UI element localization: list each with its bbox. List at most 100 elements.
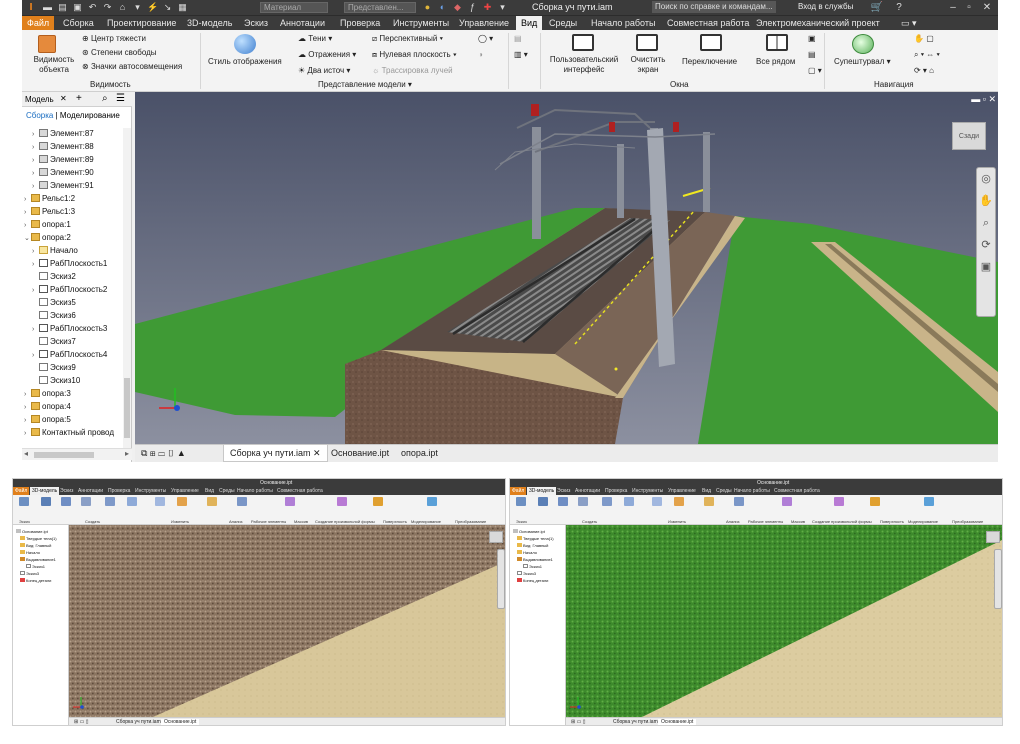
expand-icon[interactable]: › [24,220,31,232]
snap-icons-button[interactable]: ⊗ Значки автосовмещения [82,62,182,72]
mini-tree-item[interactable]: Эскиз3 [20,571,39,577]
tree-item[interactable]: › Элемент:89 [32,154,94,166]
tree-item[interactable]: › Элемент:90 [32,167,94,179]
orbit-button[interactable]: ⟳ ▾ ⌂ [914,66,934,76]
ray-trace-button[interactable]: ☼ Трассировка лучей [372,66,453,76]
tab-design[interactable]: Проектирование [102,16,181,31]
mini-tree-item[interactable]: Основание.ipt [513,529,545,535]
mini-tab-annotate[interactable]: Аннотации [573,487,602,495]
tree-item[interactable]: Эскиз2 [32,271,76,283]
fx-icon[interactable]: ƒ [467,2,478,13]
mini-hole-button[interactable] [598,497,616,507]
tree-item[interactable]: › Рельс1:3 [24,206,75,218]
doc-tab-pole[interactable]: опора.ipt [395,445,444,462]
mini-tab-inspect[interactable]: Проверка [603,487,629,495]
appearance-options[interactable]: ◑ [478,50,483,60]
new-file-icon[interactable]: ▬ [42,2,53,13]
mini-tree-item[interactable]: Конец детали [20,578,51,584]
expand-icon[interactable]: › [32,246,39,258]
help-search-input[interactable]: Поиск по справке и командам... [652,1,776,13]
orbit-nav-icon[interactable]: ⟳ [977,234,995,256]
hscroll-thumb[interactable] [34,452,94,458]
mini-layout-icons[interactable]: ⊞ ▭ ▯ [71,719,91,725]
clear-appearance-icon[interactable]: ◐ [437,2,448,13]
user-interface-button[interactable]: Пользовательский интерфейс [546,55,622,75]
ribbon-options-icon[interactable]: ▭ ▾ [896,16,922,31]
mini-tab-inspect[interactable]: Проверка [106,487,132,495]
mini-tree-item[interactable]: Основание.ipt [16,529,48,535]
expand-icon[interactable]: › [32,142,39,154]
expand-icon[interactable]: › [32,155,39,167]
mini-loft-button[interactable] [574,497,592,507]
collapse-icon[interactable]: ⌄ [24,233,31,245]
expand-icon[interactable]: › [24,402,31,414]
appearance-dropdown[interactable]: Представлен... [344,2,416,13]
mini-freeform-button[interactable] [670,497,688,507]
mini-tab-view[interactable]: Вид [203,487,216,495]
mini-start-sketch-button[interactable] [15,497,33,507]
mini-shell-button[interactable] [648,497,666,507]
tree-item[interactable]: › опора:3 [24,388,71,400]
mini-tab-collab[interactable]: Совместная работа [772,487,822,495]
mini-plane-button[interactable] [203,497,221,507]
mini-doc-tab-base[interactable]: Основание.ipt [658,719,697,725]
measure-icon[interactable]: ↘ [162,2,173,13]
mini-hole-button[interactable] [101,497,119,507]
expand-icon[interactable]: › [24,389,31,401]
tree-item[interactable]: › Начало [32,245,78,257]
new-window-button[interactable]: ▢ ▾ [808,66,822,76]
mini-navigation-bar[interactable] [994,549,1002,609]
tab-sketch[interactable]: Эскиз [239,16,273,31]
steering-wheel-nav-icon[interactable]: ◎ [977,168,995,190]
ground-plane-button[interactable]: ⧈ Нулевая плоскость ▾ [372,50,457,60]
mini-stress-button[interactable] [369,497,387,507]
mini-tab-3d-model[interactable]: 3D-модель [30,487,60,495]
mini-tab-file[interactable]: Файл [13,487,30,495]
mini-tab-env[interactable]: Среды [714,487,734,495]
scroll-left-icon[interactable]: ◂ [24,449,28,458]
adjust-icon[interactable]: ◆ [452,2,463,13]
tab-view[interactable]: Вид [516,16,543,31]
doc-tab-base[interactable]: Основание.ipt [325,445,395,462]
tree-item[interactable]: Эскиз9 [32,362,76,374]
mini-tree-item[interactable]: Выдавливание1 [517,557,553,563]
restore-window-button[interactable]: ▫ [962,1,976,14]
tab-get-started[interactable]: Начало работы [586,16,660,31]
mini-pattern-button[interactable] [730,497,748,507]
center-of-gravity-button[interactable]: ⊕ Центр тяжести [82,34,146,44]
scroll-right-icon[interactable]: ▸ [125,449,129,458]
tab-electromechanical[interactable]: Электромеханический проект [751,16,885,31]
mini-viewport-grass[interactable] [566,525,1002,717]
tab-inspect[interactable]: Проверка [335,16,385,31]
arrange-all-button[interactable]: Все рядом [756,57,795,67]
tile-button[interactable]: ▤ [808,50,816,60]
mini-tab-manage[interactable]: Управление [666,487,698,495]
tab-tools[interactable]: Инструменты [388,16,454,31]
section-view-button[interactable]: ▤ [514,34,522,44]
mini-layout-icons[interactable]: ⊞ ▭ ▯ [568,719,588,725]
expand-icon[interactable]: › [24,194,31,206]
mini-shell-button[interactable] [151,497,169,507]
tab-environments[interactable]: Среды [544,16,582,31]
browser-tab-model[interactable]: Модель [25,95,54,104]
mini-convert-button[interactable] [920,497,938,507]
mini-tab-sketch[interactable]: Эскиз [58,487,75,495]
cart-icon[interactable]: 🛒 [870,1,884,14]
close-tab-icon[interactable]: ✕ [313,448,321,458]
browser-menu-icon[interactable]: ☰ [116,93,125,104]
doc-tab-assembly[interactable]: Сборка уч пути.iam ✕ [223,445,328,462]
mini-tab-3d-model[interactable]: 3D-модель [527,487,557,495]
expand-icon[interactable]: › [32,129,39,141]
clean-screen-button[interactable]: Очистить экран [626,55,670,75]
zoom-button[interactable]: ⌕ ▾ ⇔ ▾ [914,50,940,60]
select-icon[interactable]: ▾ [132,2,143,13]
mini-tab-view[interactable]: Вид [700,487,713,495]
pan-nav-icon[interactable]: ✋ [977,190,995,212]
mini-freeform-button[interactable] [173,497,191,507]
mini-viewport-gravel[interactable] [69,525,505,717]
mini-tab-getstarted[interactable]: Начало работы [235,487,275,495]
tree-item[interactable]: ⌄ опора:2 [24,232,71,244]
save-icon[interactable]: ▣ [72,2,83,13]
mini-convert-button[interactable] [423,497,441,507]
home-icon[interactable]: ⌂ [117,2,128,13]
